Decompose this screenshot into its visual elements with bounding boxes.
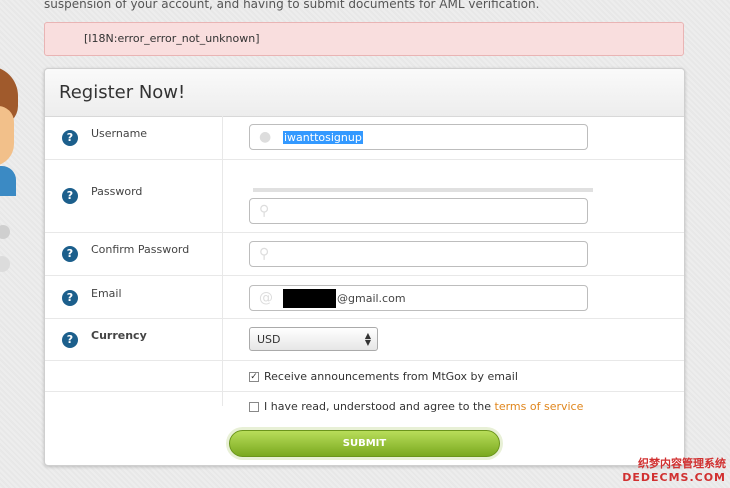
row-divider xyxy=(45,159,684,160)
terms-label: I have read, understood and agree to the… xyxy=(264,400,583,413)
row-divider xyxy=(45,232,684,233)
user-icon: ● xyxy=(259,129,272,145)
confirm-password-field[interactable]: ⚲ xyxy=(249,241,588,267)
announcements-checkbox[interactable]: ✓ xyxy=(249,372,259,382)
help-icon[interactable]: ? xyxy=(62,332,78,348)
help-icon[interactable]: ? xyxy=(62,130,78,146)
register-panel: Register Now! ? Username ● iwanttosignup… xyxy=(44,68,685,466)
help-icon[interactable]: ? xyxy=(62,290,78,306)
email-value-suffix: @gmail.com xyxy=(337,292,406,305)
username-value: iwanttosignup xyxy=(283,131,363,144)
password-label: Password xyxy=(91,185,143,198)
confirm-password-label: Confirm Password xyxy=(91,243,190,256)
error-message: [I18N:error_error_not_unknown] xyxy=(84,32,260,45)
panel-header: Register Now! xyxy=(45,69,684,117)
row-divider xyxy=(45,318,684,319)
error-alert: [I18N:error_error_not_unknown] xyxy=(44,22,684,56)
key-icon: ⚲ xyxy=(259,203,270,219)
username-label: Username xyxy=(91,127,148,140)
terms-label-text: I have read, understood and agree to the xyxy=(264,400,495,413)
currency-label: Currency xyxy=(91,329,147,342)
redacted-block xyxy=(283,289,336,308)
terms-of-service-link[interactable]: terms of service xyxy=(495,400,584,413)
submit-button[interactable]: SUBMIT xyxy=(229,430,500,457)
help-icon[interactable]: ? xyxy=(62,188,78,204)
username-field[interactable]: ● iwanttosignup xyxy=(249,124,588,150)
avatar-illustration xyxy=(0,66,18,196)
row-divider xyxy=(45,275,684,276)
key-icon: ⚲ xyxy=(259,246,270,262)
currency-select[interactable]: USD ▲ ▼ xyxy=(249,327,378,351)
row-divider xyxy=(45,360,684,361)
row-divider xyxy=(45,391,684,392)
notice-text: suspension of your account, and having t… xyxy=(44,0,540,11)
terms-checkbox[interactable] xyxy=(249,402,259,412)
announcements-label: Receive announcements from MtGox by emai… xyxy=(264,370,518,383)
currency-selected: USD xyxy=(257,333,281,346)
password-strength-bar xyxy=(253,188,593,192)
select-arrows-icon: ▲ ▼ xyxy=(364,331,371,347)
panel-title: Register Now! xyxy=(59,82,186,103)
password-field[interactable]: ⚲ xyxy=(249,198,588,224)
help-icon[interactable]: ? xyxy=(62,246,78,262)
email-field[interactable]: @ @gmail.com xyxy=(249,285,588,311)
at-sign-icon: @ xyxy=(259,290,273,306)
email-label: Email xyxy=(91,287,122,300)
watermark-logo: 织梦内容管理系统 DEDECMS.COM xyxy=(622,457,726,484)
